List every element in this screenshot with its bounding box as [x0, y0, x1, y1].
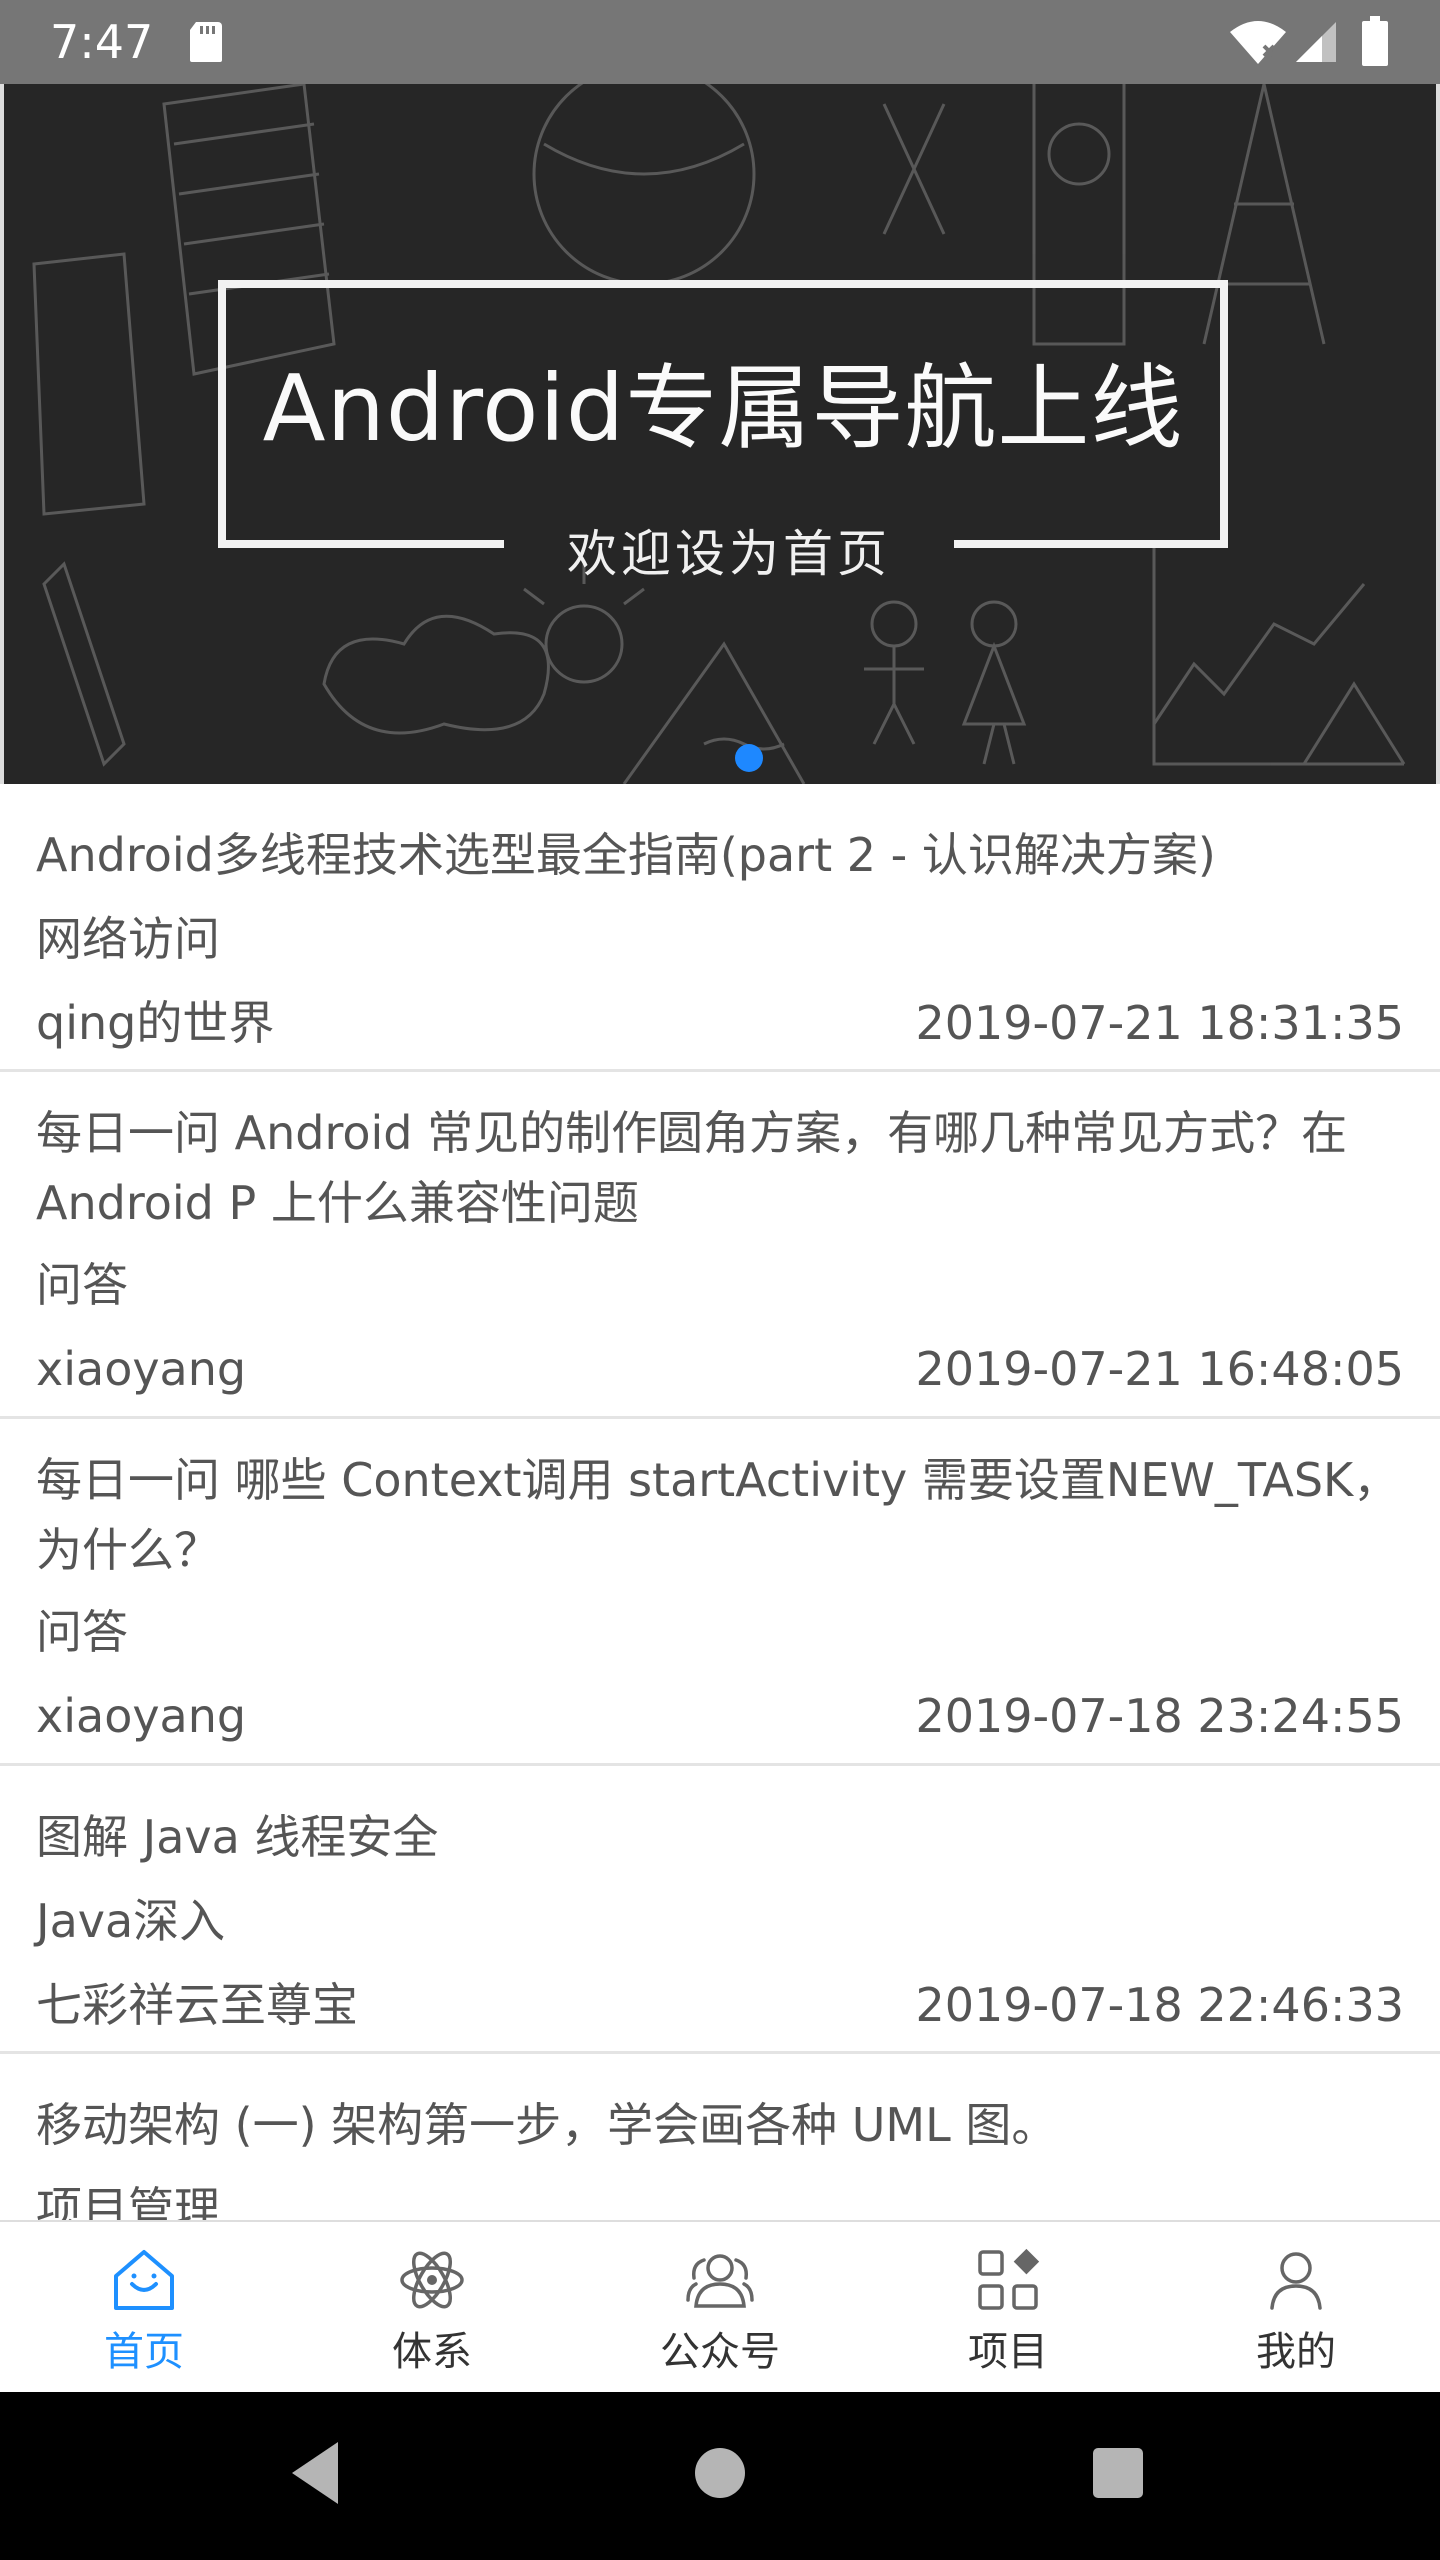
nav-item-home[interactable]: 首页: [0, 2222, 288, 2394]
article-date: 2019-07-18 23:24:55: [915, 1689, 1404, 1743]
article-item[interactable]: 每日一问 Android 常见的制作圆角方案，有哪几种常见方式？在Android…: [0, 1072, 1440, 1419]
article-author: qing的世界: [36, 996, 275, 1050]
nav-label: 首页: [104, 2329, 184, 2375]
battery-icon: [1362, 16, 1388, 66]
article-category: 问答: [36, 1258, 128, 1312]
article-author: xiaoyang: [36, 1342, 247, 1396]
bottom-navigation: 首页 体系 公众号 项目 我的: [0, 2220, 1440, 2392]
banner-subtitle: 欢迎设为首页: [567, 525, 891, 583]
home-icon: [114, 2250, 174, 2310]
grid-icon: [978, 2248, 1040, 2310]
article-category: 网络访问: [36, 912, 220, 966]
banner-carousel[interactable]: Android专属导航上线 欢迎设为首页: [0, 84, 1440, 784]
nav-item-projects[interactable]: 项目: [864, 2222, 1152, 2394]
status-time: 7:47: [50, 15, 154, 69]
article-title: 每日一问 Android 常见的制作圆角方案，有哪几种常见方式？在Android…: [36, 1106, 1348, 1224]
recents-icon[interactable]: [1093, 2448, 1143, 2498]
article-item[interactable]: 每日一问 哪些 Context调用 startActivity 需要设置NEW_…: [0, 1419, 1440, 1766]
article-title: 每日一问 哪些 Context调用 startActivity 需要设置NEW_…: [36, 1453, 1400, 1577]
home-circle-icon[interactable]: [695, 2448, 745, 2498]
status-bar: 7:47: [0, 0, 1440, 84]
wifi-icon: [1230, 21, 1286, 64]
nav-label: 体系: [392, 2329, 472, 2375]
article-title: Android多线程技术选型最全指南(part 2 - 认识解决方案): [36, 828, 1216, 882]
nav-label: 项目: [968, 2329, 1048, 2375]
article-category: 项目管理: [36, 2182, 220, 2220]
nav-item-mine[interactable]: 我的: [1152, 2222, 1440, 2394]
person-icon: [1270, 2252, 1322, 2310]
people-icon: [686, 2254, 754, 2308]
sd-card-icon: [190, 22, 222, 62]
article-date: 2019-07-21 16:48:05: [915, 1342, 1404, 1396]
article-author: xiaoyang: [36, 1689, 247, 1743]
article-author: 七彩祥云至尊宝: [36, 1978, 358, 2032]
nav-item-official-accounts[interactable]: 公众号: [576, 2222, 864, 2394]
banner-title: Android专属导航上线: [262, 355, 1184, 462]
article-title: 图解 Java 线程安全: [36, 1810, 439, 1864]
article-list[interactable]: Android多线程技术选型最全指南(part 2 - 认识解决方案) 网络访问…: [0, 784, 1440, 2220]
nav-label: 我的: [1256, 2329, 1336, 2375]
article-category: 问答: [36, 1605, 128, 1659]
article-title: 移动架构 (一) 架构第一步，学会画各种 UML 图。: [36, 2098, 1058, 2152]
article-date: 2019-07-21 18:31:35: [915, 996, 1404, 1050]
nav-label: 公众号: [660, 2329, 780, 2375]
article-category: Java深入: [36, 1894, 226, 1948]
article-item[interactable]: Android多线程技术选型最全指南(part 2 - 认识解决方案) 网络访问…: [0, 784, 1440, 1072]
article-item[interactable]: 图解 Java 线程安全 Java深入 七彩祥云至尊宝 2019-07-18 2…: [0, 1766, 1440, 2054]
system-navigation-bar: [0, 2392, 1440, 2560]
atom-icon: [400, 2251, 464, 2309]
article-date: 2019-07-18 22:46:33: [915, 1978, 1404, 2032]
back-icon[interactable]: [286, 2438, 346, 2508]
article-item[interactable]: 移动架构 (一) 架构第一步，学会画各种 UML 图。 项目管理: [0, 2054, 1440, 2220]
carousel-indicator-dot[interactable]: [735, 744, 763, 772]
nav-item-system[interactable]: 体系: [288, 2222, 576, 2394]
signal-icon: [1296, 22, 1336, 62]
